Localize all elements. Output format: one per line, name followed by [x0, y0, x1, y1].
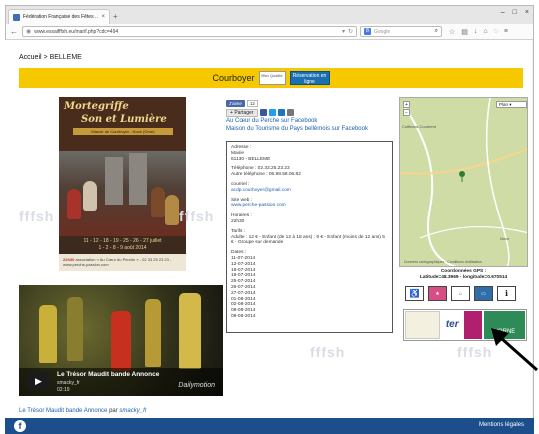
share-button[interactable]: + Partager [226, 108, 258, 117]
facebook-icon[interactable]: f [14, 420, 26, 432]
tourism-label-icon[interactable]: ⌂ [451, 286, 470, 301]
ter-logo[interactable]: ter [442, 311, 463, 339]
dailymotion-logo[interactable]: Dailymotion [178, 382, 215, 389]
linkedin-icon[interactable] [277, 109, 285, 116]
video-author[interactable]: smacky_fr [57, 380, 80, 386]
video-caption-link[interactable]: Le Trésor Maudit bande Annonce [19, 408, 107, 414]
footer-bar: f Mentions légales [5, 418, 534, 434]
date-item: 09-08-2014 [231, 313, 256, 319]
search-placeholder[interactable]: Google [374, 29, 432, 35]
zoom-in-button[interactable]: + [403, 101, 410, 108]
window-controls: – □ × [501, 9, 529, 16]
event-poster: Mortegriffe Son et Lumière Manoir de Cou… [59, 97, 186, 271]
like-button[interactable]: J'aime [226, 100, 245, 107]
minimize-button[interactable]: – [501, 9, 505, 16]
new-tab-button[interactable]: + [113, 12, 118, 21]
search-box[interactable]: 8 Google ⌕ [360, 26, 442, 37]
quality-badge: fffsh Qualité [258, 71, 286, 85]
toolbar-icons: ☆ ▤ ↓ ⌂ ◌ ≡ [449, 28, 508, 36]
video-duration: 02:19 [57, 387, 70, 393]
email-icon[interactable] [286, 109, 294, 116]
url-bar[interactable]: ◉ www.essaifffsh.eu/marif.php?cdc=494 ▾ … [22, 26, 357, 37]
wheelchair-icon[interactable]: ♿ [405, 286, 424, 301]
poster-dates: 11 - 12 - 18 - 19 - 25 - 26 - 27 juillet… [59, 236, 186, 254]
gps-coordinates: Coordonnées GPS : Latitude=48.3969 - lon… [419, 269, 508, 280]
chambre-icon[interactable]: ▭ [474, 286, 493, 301]
rates: Adulte : 12 € - Enfant (de 12 à 18 ans) … [231, 234, 385, 246]
map-place-label: Noce [500, 236, 510, 241]
watermark: fffsh [19, 208, 55, 224]
breadcrumb-current: BELLEME [49, 54, 82, 61]
download-icon[interactable]: ↓ [474, 28, 478, 36]
facebook-link-2[interactable]: Maison du Tourisme du Pays bellêmois sur… [226, 125, 393, 133]
watermark: fffsh [179, 208, 215, 224]
close-tab-icon[interactable]: × [101, 14, 105, 20]
search-icon[interactable]: ⌕ [435, 28, 438, 35]
map-type-select[interactable]: Plan ▾ [496, 101, 527, 108]
legal-notice-link[interactable]: Mentions légales [479, 422, 524, 428]
google-map[interactable]: Plan ▾ + − Coffinard-Courbent Noce Donné… [399, 97, 528, 267]
video-caption: Le Trésor Maudit bande Annonce par smack… [19, 408, 147, 414]
pocket-icon[interactable]: ◌ [494, 28, 498, 36]
title-bar: Fédération Française des Fêtes ... × + –… [6, 6, 533, 24]
library-icon[interactable]: ▤ [461, 28, 468, 36]
browser-tab[interactable]: Fédération Française des Fêtes ... × [8, 9, 110, 24]
maximize-button[interactable]: □ [513, 9, 517, 16]
orne-dept-logo[interactable] [464, 311, 482, 339]
online-booking-button[interactable]: Réservation en ligne [289, 71, 330, 85]
social-block: J'aime 12 + Partager Au Cœur du Perche s… [226, 99, 393, 139]
tab-title: Fédération Française des Fêtes ... [23, 14, 99, 20]
globe-icon: ◉ [26, 29, 32, 35]
map-attribution[interactable]: Données cartographiques · Conditions d'u… [404, 260, 482, 264]
star-icon[interactable]: ☆ [449, 28, 455, 36]
favicon-icon [13, 13, 20, 21]
video-player[interactable]: ▶ Le Trésor Maudit bande Annonce smacky_… [19, 285, 223, 396]
watermark: fffsh [310, 344, 346, 360]
reload-icon[interactable]: ↻ [348, 28, 353, 35]
poster-footer: 22h30 association « Au Cœur du Perche » … [59, 254, 186, 271]
facebook-icon[interactable] [259, 109, 267, 116]
like-count: 12 [246, 100, 258, 107]
breadcrumb-home-link[interactable]: Accueil [19, 54, 42, 61]
info-icon[interactable]: ℹ [497, 286, 516, 301]
play-button[interactable]: ▶ [28, 372, 49, 390]
close-window-button[interactable]: × [525, 9, 529, 16]
url-text[interactable]: www.essaifffsh.eu/marif.php?cdc=494 [34, 29, 339, 35]
home-icon[interactable]: ⌂ [483, 28, 487, 36]
page-title: Courboyer [212, 73, 255, 83]
back-arrow-icon[interactable]: ← [9, 27, 19, 36]
poster-location: Manoir de Courboyer - Noce (Orne) [73, 128, 173, 135]
zoom-out-button[interactable]: − [403, 109, 410, 116]
page-content: Accueil > BELLEME Courboyer fffsh Qualit… [5, 40, 532, 423]
twitter-icon[interactable] [268, 109, 276, 116]
google-icon: 8 [364, 28, 371, 35]
poster-title: Mortegriffe [64, 101, 129, 112]
poster-subtitle: Son et Lumière [81, 114, 167, 125]
dropdown-icon[interactable]: ▾ [342, 28, 345, 35]
navigation-bar: ← ◉ www.essaifffsh.eu/marif.php?cdc=494 … [6, 24, 533, 40]
perche-logo[interactable] [405, 311, 441, 339]
video-caption-author[interactable]: smacky_fr [119, 408, 146, 414]
breadcrumb-separator: > [41, 54, 50, 61]
partner-icon[interactable]: ★ [428, 286, 447, 301]
annotation-arrow-icon [491, 328, 538, 372]
breadcrumb: Accueil > BELLEME [19, 54, 82, 61]
info-box: Adresse : Mairie 61130 - BELLEME Télépho… [226, 141, 393, 333]
video-title[interactable]: Le Trésor Maudit bande Annonce [57, 371, 159, 378]
label-icons: ♿ ★ ⌂ ▭ ℹ [405, 286, 516, 301]
title-banner: Courboyer fffsh Qualité Réservation en l… [19, 68, 523, 88]
menu-icon[interactable]: ≡ [504, 28, 508, 36]
date-list: 11-07-2014 12-07-2014 18-07-2014 19-07-2… [231, 256, 388, 320]
facebook-link-1[interactable]: Au Cœur du Perche sur Facebook [226, 117, 393, 125]
map-place-label: Coffinard-Courbent [402, 124, 436, 129]
